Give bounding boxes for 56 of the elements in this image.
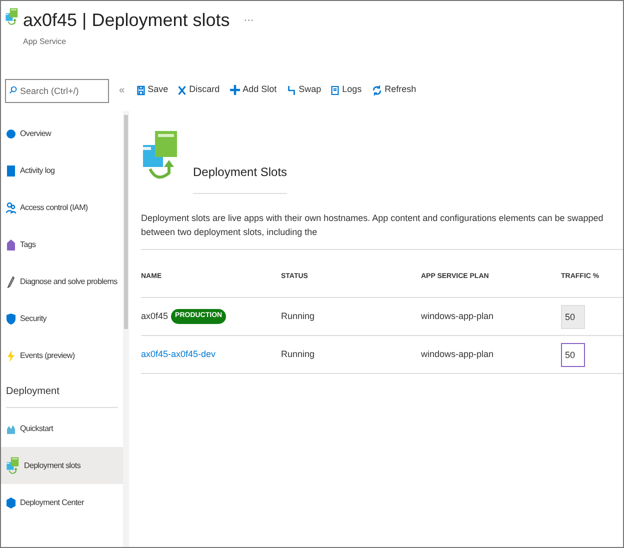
slot-name: ax0f45	[141, 310, 168, 323]
sidebar-item[interactable]: Diagnose and solve problems	[1, 263, 123, 300]
refresh-icon	[372, 84, 382, 96]
section-heading: Deployment	[5, 385, 60, 399]
sidebar-item-label: Overview	[20, 128, 51, 140]
sidebar-item-label: Deployment Center	[20, 496, 84, 508]
sidebar-item-label: Activity log	[20, 164, 55, 176]
sidebar-item-label: Tags	[20, 238, 36, 250]
plan-cell-text: windows-app-plan	[421, 310, 495, 323]
sidebar-item-label: Diagnose and solve problems	[20, 276, 118, 288]
slots-icon	[6, 456, 20, 476]
document-icon	[331, 84, 340, 96]
swap-icon	[286, 84, 296, 96]
sidebar-item-label: Deployment slots	[24, 460, 81, 472]
slot-link[interactable]: ax0f45-ax0f45-dev	[141, 348, 216, 362]
close-icon	[178, 84, 186, 96]
lightning-icon	[6, 350, 16, 362]
panel-title: Deployment Slots	[193, 163, 288, 194]
people-icon	[6, 202, 16, 214]
collapse-button[interactable]: «	[119, 82, 125, 98]
toolbar-button[interactable]: Logs	[331, 83, 362, 97]
page-subtitle: App Service	[23, 36, 68, 48]
sidebar-item[interactable]: Activity log	[1, 152, 123, 189]
cube-icon	[6, 496, 16, 508]
sidebar-item-label: Security	[20, 312, 46, 324]
sidebar-item[interactable]: Overview	[1, 115, 123, 152]
sidebar-item[interactable]: Deployment slots	[1, 447, 123, 484]
sidebar-item[interactable]: Security	[1, 300, 123, 337]
tag-icon	[6, 238, 16, 250]
plus-icon	[230, 85, 240, 95]
sidebar-item[interactable]: Events (preview)	[1, 337, 123, 374]
toolbar-button[interactable]: Refresh	[372, 83, 416, 97]
sidebar-item-label: Events (preview)	[20, 350, 75, 362]
sidebar-item[interactable]: Tags	[1, 226, 123, 263]
more-button[interactable]: ···	[244, 13, 254, 28]
scrollbar[interactable]	[123, 111, 129, 547]
save-icon	[136, 84, 145, 96]
sidebar-item-label: Quickstart	[20, 422, 54, 434]
sidebar-item[interactable]: Deployment Center	[1, 484, 123, 521]
description-text: Deployment slots are live apps with their own hostnames. App content and configurations elements can be swapped between two deployment slots, including the	[141, 212, 623, 250]
toolbar-button[interactable]: Discard	[178, 83, 220, 97]
sidebar-item[interactable]: Access control (IAM)	[1, 189, 123, 226]
page-title: ax0f45 | Deployment slots	[23, 9, 230, 32]
slots-icon	[5, 7, 19, 27]
search-icon	[9, 86, 17, 94]
traffic-field[interactable]: 50	[561, 342, 585, 366]
toolbar-button[interactable]: Swap	[286, 83, 322, 97]
shield-icon	[6, 312, 16, 324]
sidebar-item[interactable]: Quickstart	[1, 410, 123, 447]
status-cell-text: Running	[281, 310, 316, 323]
search-field[interactable]: Search (Ctrl+/)	[5, 78, 109, 102]
toolbar-button[interactable]: Save	[136, 83, 168, 97]
status-cell-text: Running	[281, 348, 316, 361]
plan-cell-text: windows-app-plan	[421, 348, 495, 361]
toolbar-button[interactable]: Add Slot	[230, 83, 277, 97]
sidebar-item-label: Access control (IAM)	[20, 202, 88, 214]
